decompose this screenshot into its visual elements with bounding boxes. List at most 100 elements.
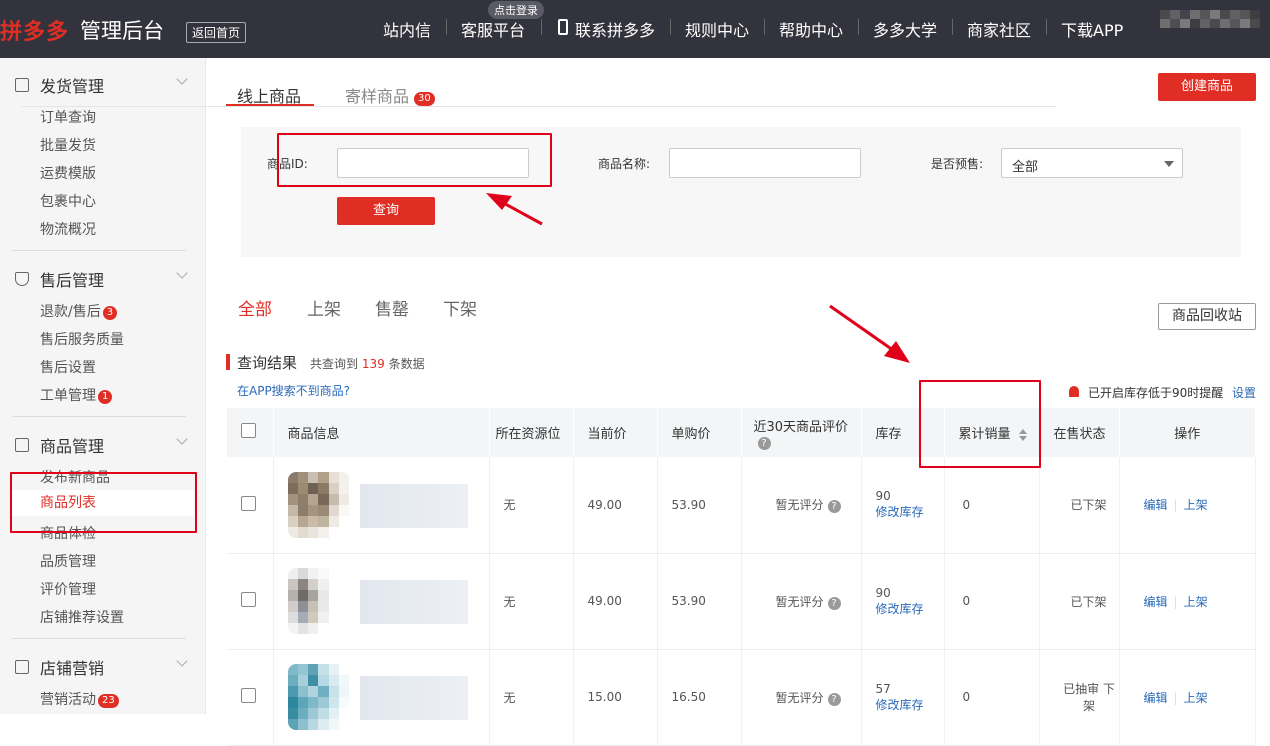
cell-price: 15.00 bbox=[573, 649, 658, 746]
box-icon bbox=[15, 438, 29, 452]
annotation-box-goods-list bbox=[10, 472, 197, 533]
status-tab-sold-out[interactable]: 售罄 bbox=[375, 295, 409, 320]
sidebar-item-logistics[interactable]: 物流概况 bbox=[40, 219, 96, 239]
cell-price: 49.00 bbox=[573, 553, 658, 650]
sidebar-section-marketing[interactable]: 店铺营销 bbox=[15, 655, 104, 679]
table-row: 无 49.00 53.90 暂无评分? 90 修改库存 0 已下架 编辑 | 上架 bbox=[227, 457, 1256, 554]
cell-status: 已抽审 下架 bbox=[1039, 649, 1120, 746]
nav-divider bbox=[446, 19, 447, 35]
ticket-count-badge: 1 bbox=[98, 390, 113, 404]
sidebar-section-goods[interactable]: 商品管理 bbox=[15, 433, 104, 457]
help-icon[interactable]: ? bbox=[827, 692, 841, 706]
cell-sales: 0 bbox=[944, 649, 1040, 746]
cell-slot: 无 bbox=[489, 649, 574, 746]
result-title: 查询结果 bbox=[237, 354, 298, 372]
status-tab-all[interactable]: 全部 bbox=[238, 295, 272, 320]
goods-name-input[interactable] bbox=[669, 148, 861, 178]
row-checkbox[interactable] bbox=[241, 688, 256, 703]
goods-thumbnail[interactable] bbox=[287, 568, 350, 634]
help-icon[interactable]: ? bbox=[827, 596, 841, 610]
edit-link[interactable]: 编辑 bbox=[1144, 691, 1168, 705]
goods-thumbnail[interactable] bbox=[287, 471, 350, 538]
table-row: 无 49.00 53.90 暂无评分? 90 修改库存 0 已下架 编辑 | 上架 bbox=[227, 553, 1256, 650]
row-checkbox[interactable] bbox=[241, 495, 256, 511]
select-all-checkbox[interactable] bbox=[241, 423, 256, 438]
edit-stock-link[interactable]: 修改库存 bbox=[876, 696, 944, 713]
top-bar: 拼多多 管理后台 返回首页 站内信 点击登录 客服平台 联系拼多多 规则中心 帮… bbox=[0, 0, 1270, 58]
nav-university[interactable]: 多多大学 bbox=[873, 17, 937, 41]
edit-stock-link[interactable]: 修改库存 bbox=[876, 600, 944, 617]
sidebar-item-batch-ship[interactable]: 批量发货 bbox=[40, 135, 96, 155]
gift-icon bbox=[15, 660, 29, 674]
goods-title-blurred[interactable] bbox=[359, 483, 468, 528]
app-search-help-link[interactable]: 在APP搜索不到商品? bbox=[237, 382, 350, 399]
sidebar-item-refund[interactable]: 退款/售后 3 bbox=[40, 301, 118, 321]
sidebar-item-quality[interactable]: 品质管理 bbox=[40, 551, 96, 571]
list-on-shelf-link[interactable]: 上架 bbox=[1184, 595, 1208, 609]
cell-review: 暂无评分? bbox=[741, 553, 862, 650]
sidebar-item-marketing-activity[interactable]: 营销活动 23 bbox=[40, 689, 119, 709]
edit-link[interactable]: 编辑 bbox=[1144, 498, 1168, 512]
nav-help[interactable]: 帮助中心 bbox=[779, 17, 843, 41]
sidebar-section-shipping[interactable]: 发货管理 bbox=[15, 73, 104, 97]
cell-stock: 90 修改库存 bbox=[861, 457, 945, 554]
nav-divider bbox=[764, 19, 765, 35]
tab-sample-goods[interactable]: 寄样商品 30 bbox=[345, 83, 435, 107]
user-avatar-blurred[interactable] bbox=[1160, 10, 1260, 48]
nav-divider bbox=[952, 19, 953, 35]
cell-actions: 编辑 | 上架 bbox=[1119, 553, 1256, 650]
nav-download-app[interactable]: 下载APP bbox=[1061, 17, 1123, 41]
status-tab-off-shelf[interactable]: 下架 bbox=[443, 295, 477, 320]
sidebar-item-tickets[interactable]: 工单管理 1 bbox=[40, 385, 113, 405]
presale-select[interactable]: 全部 bbox=[1001, 148, 1183, 178]
edit-stock-link[interactable]: 修改库存 bbox=[876, 503, 944, 520]
brand-logo[interactable]: 拼多多 bbox=[0, 14, 69, 46]
nav-community[interactable]: 商家社区 bbox=[967, 17, 1031, 41]
sidebar-item-service-quality[interactable]: 售后服务质量 bbox=[40, 329, 124, 349]
sidebar-section-after-sales[interactable]: 售后管理 bbox=[15, 267, 104, 291]
goods-title-blurred[interactable] bbox=[359, 580, 468, 624]
cell-slot: 无 bbox=[489, 457, 574, 554]
sidebar-item-freight-template[interactable]: 运费模版 bbox=[40, 163, 96, 183]
refund-count-badge: 3 bbox=[102, 306, 118, 320]
nav-divider bbox=[1046, 19, 1047, 35]
list-on-shelf-link[interactable]: 上架 bbox=[1184, 691, 1208, 705]
status-tab-on-shelf[interactable]: 上架 bbox=[307, 295, 341, 320]
list-icon bbox=[15, 78, 29, 92]
help-icon[interactable]: ? bbox=[757, 436, 771, 450]
nav-contact[interactable]: 联系拼多多 bbox=[575, 17, 655, 41]
goods-title-blurred[interactable] bbox=[359, 676, 468, 720]
sidebar-item-shop-recommend[interactable]: 店铺推荐设置 bbox=[40, 607, 124, 627]
query-button[interactable]: 查询 bbox=[337, 197, 435, 225]
sidebar-divider bbox=[12, 638, 186, 639]
sidebar-item-after-sales-settings[interactable]: 售后设置 bbox=[40, 357, 96, 377]
edit-link[interactable]: 编辑 bbox=[1144, 595, 1168, 609]
recycle-bin-button[interactable]: 商品回收站 bbox=[1158, 303, 1256, 330]
col-resource-slot: 所在资源位 bbox=[489, 408, 574, 457]
list-on-shelf-link[interactable]: 上架 bbox=[1184, 498, 1208, 512]
cell-single-price: 16.50 bbox=[657, 649, 742, 746]
result-count: 共查询到 139 条数据 bbox=[310, 357, 425, 371]
create-goods-button[interactable]: 创建商品 bbox=[1158, 73, 1256, 101]
nav-divider bbox=[670, 19, 671, 35]
col-single-price: 单购价 bbox=[657, 408, 742, 457]
sidebar-item-reviews[interactable]: 评价管理 bbox=[40, 579, 96, 599]
nav-rules[interactable]: 规则中心 bbox=[685, 17, 749, 41]
cell-single-price: 53.90 bbox=[657, 553, 742, 650]
sidebar-item-package-center[interactable]: 包裹中心 bbox=[40, 191, 96, 211]
row-checkbox[interactable] bbox=[241, 592, 256, 607]
sidebar-divider bbox=[12, 416, 186, 417]
reminder-settings-link[interactable]: 设置 bbox=[1232, 384, 1256, 401]
goods-table: 商品信息 所在资源位 当前价 单购价 近30天商品评价? 库存 累计销量 在售状… bbox=[227, 408, 1256, 746]
cell-price: 49.00 bbox=[573, 457, 658, 554]
nav-divider bbox=[541, 19, 542, 35]
shield-icon bbox=[15, 272, 29, 286]
nav-customer-service[interactable]: 客服平台 bbox=[461, 17, 525, 41]
back-home-button[interactable]: 返回首页 bbox=[186, 22, 247, 43]
goods-thumbnail[interactable] bbox=[287, 664, 350, 730]
sidebar-item-order-query[interactable]: 订单查询 bbox=[40, 107, 96, 127]
help-icon[interactable]: ? bbox=[827, 500, 841, 514]
brand-suffix: 管理后台 bbox=[80, 19, 164, 43]
nav-messages[interactable]: 站内信 bbox=[383, 17, 431, 41]
col-30day-review: 近30天商品评价? bbox=[741, 408, 862, 457]
